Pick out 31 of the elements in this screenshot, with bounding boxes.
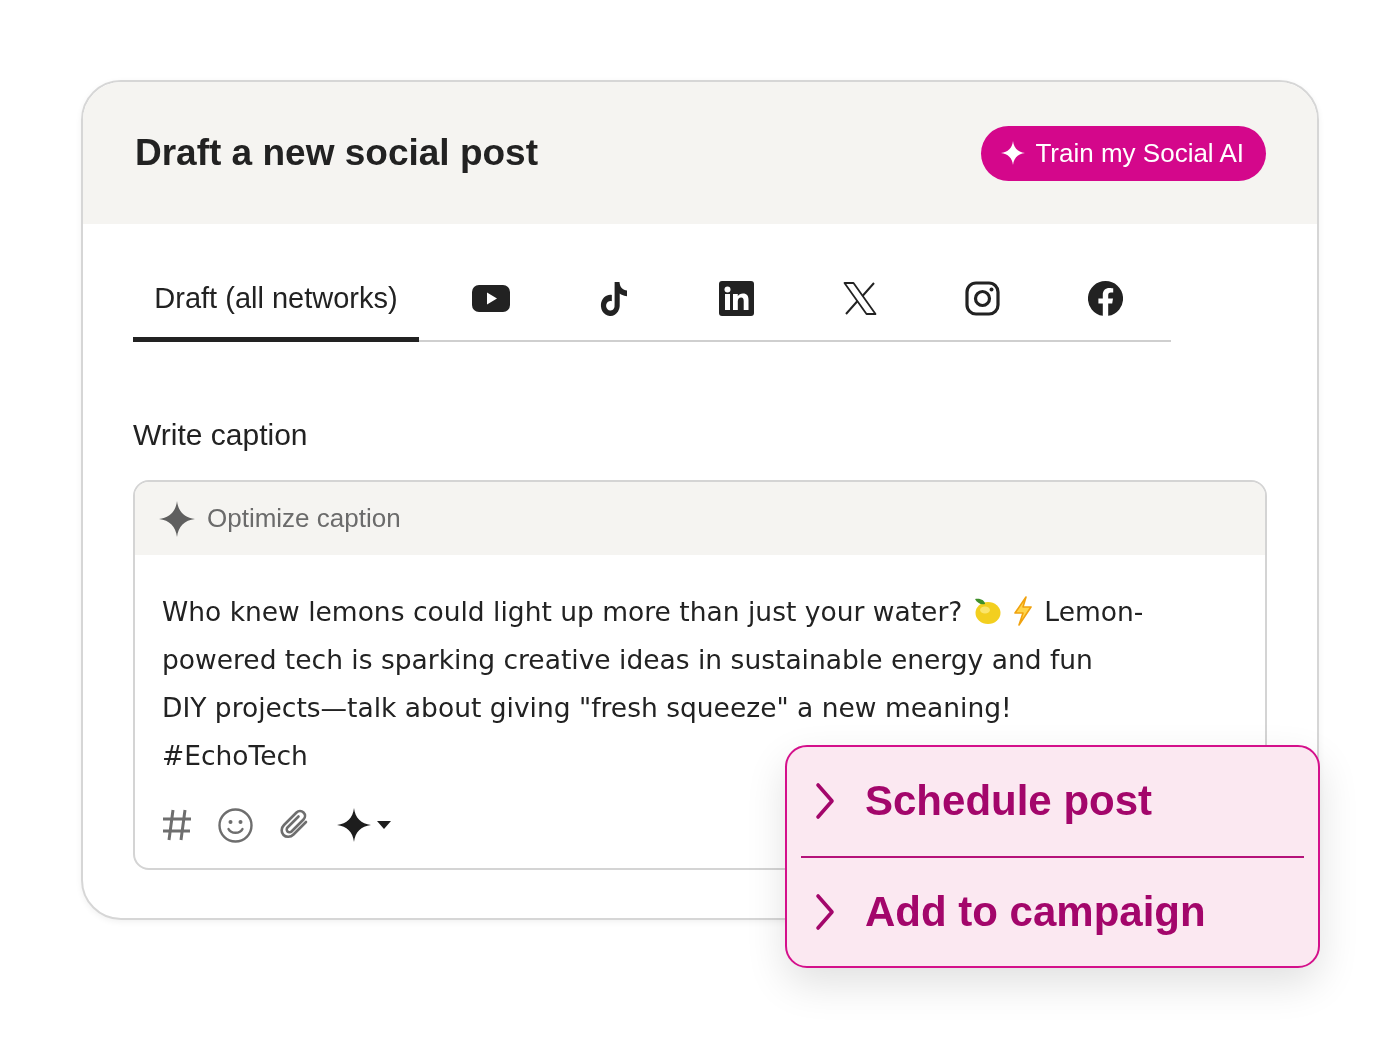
- caption-text: Who knew lemons could light up more than just your water?: [162, 595, 963, 627]
- menu-item[interactable]: Add to campaign: [801, 855, 1304, 966]
- lightning-icon: [1012, 596, 1035, 626]
- youtube-icon: [471, 285, 510, 312]
- optimize-caption-button[interactable]: Optimize caption: [159, 500, 401, 537]
- caption-text: #EchoTech: [162, 739, 308, 771]
- menu-item[interactable]: Schedule post: [801, 747, 1304, 856]
- draft-tab[interactable]: Draft (all networks): [133, 260, 419, 342]
- section-label: Write caption: [133, 418, 308, 452]
- tiktok-icon: [598, 281, 629, 316]
- x-logo-icon: [842, 282, 877, 315]
- caption-text: Lemon-: [1044, 595, 1144, 627]
- composer-title: Draft a new social post: [135, 132, 538, 174]
- train-ai-button[interactable]: Train my Social AI: [981, 125, 1266, 181]
- ai-assist-button[interactable]: [337, 808, 391, 842]
- hashtag-button[interactable]: [162, 809, 192, 841]
- lemon-icon: [972, 596, 1003, 626]
- instagram-icon: [965, 281, 1000, 316]
- hashtag-icon: [162, 809, 192, 841]
- sparkle-icon: [337, 808, 371, 842]
- chevron-right-icon: [815, 782, 835, 821]
- sparkle-icon: [1001, 141, 1026, 165]
- facebook-icon: [1088, 281, 1123, 316]
- smiley-icon: [218, 807, 253, 843]
- caret-icon: [377, 821, 391, 829]
- linkedin-icon: [719, 281, 754, 316]
- caption-text: powered tech is sparking creative ideas in sustainable energy and fun: [162, 643, 1093, 675]
- emoji-button[interactable]: [218, 807, 253, 843]
- chevron-right-icon: [815, 892, 835, 931]
- caption-text: DIY projects—talk about giving "fresh squeeze" a new meaning!: [162, 691, 1012, 723]
- sparkle-icon: [159, 500, 195, 537]
